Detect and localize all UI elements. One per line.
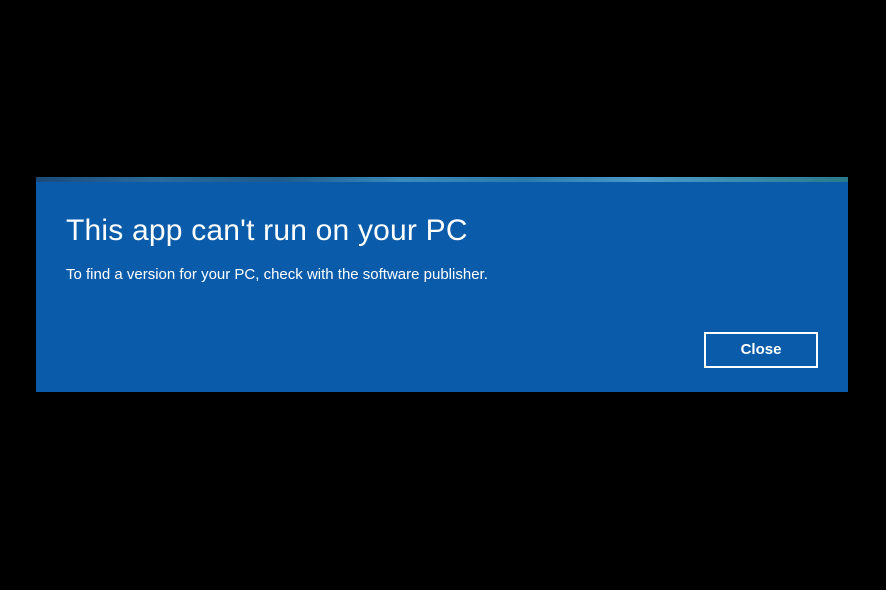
close-button[interactable]: Close [704, 332, 818, 368]
error-dialog: This app can't run on your PC To find a … [36, 177, 848, 392]
dialog-body: This app can't run on your PC To find a … [36, 182, 848, 392]
dialog-message: To find a version for your PC, check wit… [66, 266, 818, 283]
dialog-title: This app can't run on your PC [66, 214, 818, 248]
